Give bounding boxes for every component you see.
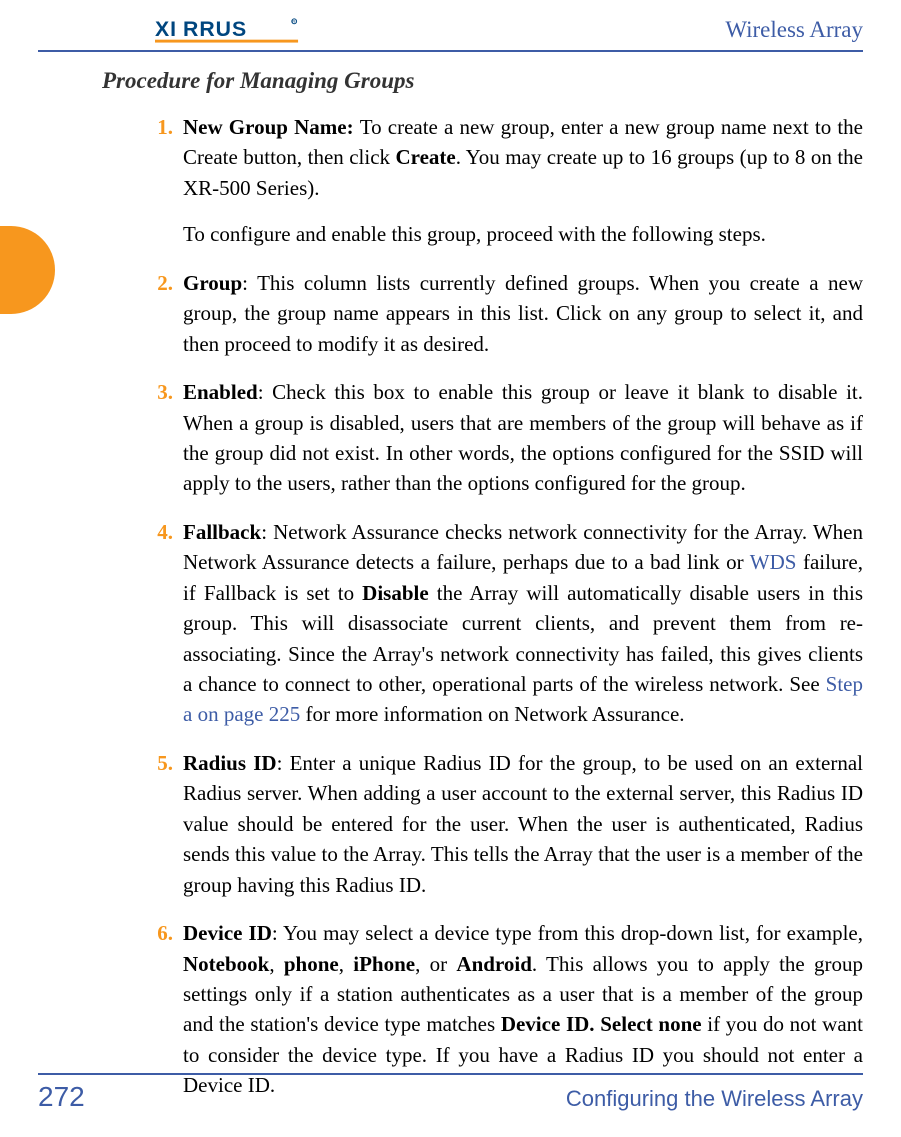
item-number: 2. [143, 268, 173, 298]
page-footer: 272 Configuring the Wireless Array [38, 1081, 863, 1113]
footer-rule [38, 1073, 863, 1075]
item-bold: Disable [362, 581, 429, 605]
list-item: 2. Group: This column lists currently de… [183, 268, 863, 359]
item-paragraph: Fallback: Network Assurance checks netwo… [183, 517, 863, 730]
list-item: 5. Radius ID: Enter a unique Radius ID f… [183, 748, 863, 900]
header-doc-title: Wireless Array [725, 17, 863, 43]
item-paragraph: Enabled: Check this box to enable this g… [183, 377, 863, 499]
item-text: : This column lists currently defined gr… [183, 271, 863, 356]
item-bold: Android [456, 952, 531, 976]
item-text: : Check this box to enable this group or… [183, 380, 863, 495]
item-bold: Create [396, 145, 456, 169]
item-label-bold: Enabled [183, 380, 258, 404]
item-number: 1. [143, 112, 173, 142]
item-label-bold: Group [183, 271, 242, 295]
item-bold: Device ID. Select none [501, 1012, 702, 1036]
list-item: 1. New Group Name: To create a new group… [183, 112, 863, 250]
svg-text:R: R [292, 19, 296, 25]
section-heading: Procedure for Managing Groups [102, 68, 414, 94]
item-text: , [269, 952, 284, 976]
item-number: 6. [143, 918, 173, 948]
item-number: 5. [143, 748, 173, 778]
header-rule [38, 50, 863, 52]
item-label-bold: Device ID [183, 921, 272, 945]
item-text: , [339, 952, 354, 976]
item-text: : Enter a unique Radius ID for the group… [183, 751, 863, 897]
item-paragraph: New Group Name: To create a new group, e… [183, 112, 863, 203]
item-bold: iPhone [353, 952, 415, 976]
item-paragraph: Group: This column lists currently defin… [183, 268, 863, 359]
item-number: 4. [143, 517, 173, 547]
side-tab-decoration [0, 226, 55, 314]
item-paragraph: To configure and enable this group, proc… [183, 219, 863, 249]
item-text: for more information on Network Assuranc… [300, 702, 684, 726]
item-paragraph: Radius ID: Enter a unique Radius ID for … [183, 748, 863, 900]
page-header: XI RRUS R Wireless Array [0, 14, 901, 46]
svg-text:XI: XI [155, 17, 177, 41]
item-text: : You may select a device type from this… [272, 921, 863, 945]
item-bold: Notebook [183, 952, 269, 976]
item-bold: phone [284, 952, 339, 976]
page-number: 272 [38, 1081, 85, 1113]
wds-link[interactable]: WDS [750, 550, 797, 574]
item-label-bold: Radius ID [183, 751, 277, 775]
svg-text:RRUS: RRUS [183, 17, 247, 41]
procedure-list: 1. New Group Name: To create a new group… [183, 112, 863, 1119]
footer-section-title: Configuring the Wireless Array [566, 1086, 863, 1112]
list-item: 4. Fallback: Network Assurance checks ne… [183, 517, 863, 730]
item-label-bold: Fallback [183, 520, 261, 544]
brand-logo: XI RRUS R [155, 14, 300, 46]
item-number: 3. [143, 377, 173, 407]
list-item: 3. Enabled: Check this box to enable thi… [183, 377, 863, 499]
item-text: , or [415, 952, 456, 976]
item-label-bold: New Group Name: [183, 115, 360, 139]
